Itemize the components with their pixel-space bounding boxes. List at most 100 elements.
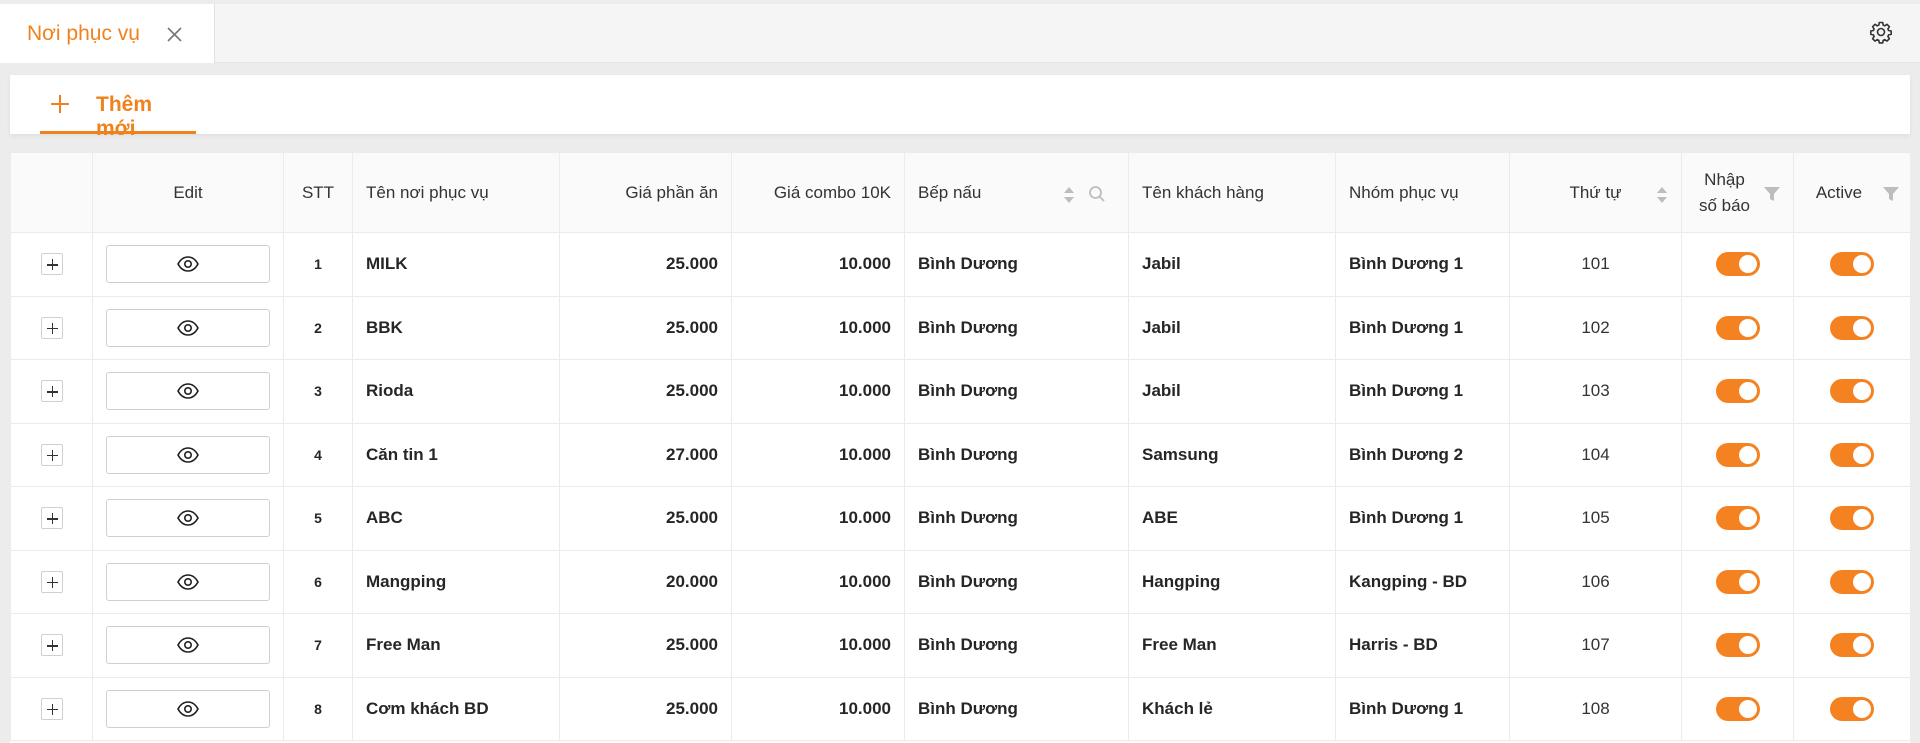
cell-name: BBK bbox=[352, 295, 560, 360]
cell-kitchen: Bình Dương bbox=[904, 359, 1129, 424]
close-icon[interactable] bbox=[166, 26, 183, 43]
cell-customer: Jabil bbox=[1128, 359, 1336, 424]
table-row: 3 Rioda 25.000 10.000 Bình Dương Jabil Bình Dư… bbox=[10, 359, 1910, 424]
expand-row-button[interactable] bbox=[40, 316, 63, 339]
report-toggle[interactable] bbox=[1715, 252, 1760, 277]
filter-icon[interactable] bbox=[1882, 186, 1900, 202]
cell-combo: 10.000 bbox=[731, 549, 905, 614]
view-button[interactable] bbox=[106, 499, 270, 538]
gear-icon[interactable] bbox=[1869, 20, 1893, 44]
eye-icon bbox=[177, 510, 199, 527]
cell-name: ABC bbox=[352, 486, 560, 551]
filter-icon[interactable] bbox=[1763, 186, 1781, 202]
active-toggle[interactable] bbox=[1830, 252, 1874, 277]
data-table: Edit STT Tên nơi phục vụ Giá phần ăn Giá… bbox=[10, 152, 1910, 743]
tab-noi-phuc-vu[interactable]: Nơi phục vụ bbox=[0, 4, 215, 63]
expand-row-button[interactable] bbox=[40, 253, 63, 276]
cell-price: 25.000 bbox=[559, 613, 732, 678]
table-row: 5 ABC 25.000 10.000 Bình Dương ABE Bình Dương … bbox=[10, 486, 1910, 551]
cell-name: MILK bbox=[352, 232, 560, 297]
eye-icon bbox=[177, 573, 199, 590]
cell-combo: 10.000 bbox=[731, 613, 905, 678]
cell-order: 107 bbox=[1509, 613, 1682, 678]
cell-stt: 3 bbox=[283, 359, 353, 424]
col-name: Tên nơi phục vụ bbox=[352, 152, 560, 233]
cell-price: 25.000 bbox=[559, 486, 732, 551]
cell-kitchen: Bình Dương bbox=[904, 295, 1129, 360]
cell-price: 25.000 bbox=[559, 676, 732, 741]
cell-stt: 7 bbox=[283, 613, 353, 678]
col-combo: Giá combo 10K bbox=[731, 152, 905, 233]
cell-kitchen: Bình Dương bbox=[904, 486, 1129, 551]
view-button[interactable] bbox=[106, 689, 270, 728]
cell-customer: Jabil bbox=[1128, 295, 1336, 360]
active-toggle[interactable] bbox=[1830, 442, 1874, 467]
eye-icon bbox=[177, 383, 199, 400]
cell-kitchen: Bình Dương bbox=[904, 676, 1129, 741]
report-toggle[interactable] bbox=[1715, 633, 1760, 658]
report-toggle[interactable] bbox=[1715, 569, 1760, 594]
expand-row-button[interactable] bbox=[40, 443, 63, 466]
sort-icon[interactable] bbox=[1656, 185, 1668, 205]
table-row: 6 Mangping 20.000 10.000 Bình Dương Hangping K… bbox=[10, 549, 1910, 614]
cell-name: Mangping bbox=[352, 549, 560, 614]
view-button[interactable] bbox=[106, 308, 270, 347]
table-row: 2 BBK 25.000 10.000 Bình Dương Jabil Bình Dươn… bbox=[10, 295, 1910, 360]
expand-row-button[interactable] bbox=[40, 634, 63, 657]
cell-combo: 10.000 bbox=[731, 676, 905, 741]
cell-group: Bình Dương 1 bbox=[1335, 486, 1510, 551]
cell-customer: ABE bbox=[1128, 486, 1336, 551]
active-toggle[interactable] bbox=[1830, 379, 1874, 404]
cell-stt: 4 bbox=[283, 422, 353, 487]
col-group: Nhóm phục vụ bbox=[1335, 152, 1510, 233]
active-toggle[interactable] bbox=[1830, 569, 1874, 594]
tab-bar: Nơi phục vụ bbox=[0, 4, 1920, 63]
cell-kitchen: Bình Dương bbox=[904, 422, 1129, 487]
plus-icon bbox=[51, 95, 69, 113]
table-body: 1 MILK 25.000 10.000 Bình Dương Jabil Bình Dươ… bbox=[10, 232, 1910, 741]
report-toggle[interactable] bbox=[1715, 506, 1760, 531]
view-button[interactable] bbox=[106, 435, 270, 474]
expand-row-button[interactable] bbox=[40, 380, 63, 403]
report-toggle[interactable] bbox=[1715, 379, 1760, 404]
report-toggle[interactable] bbox=[1715, 696, 1760, 721]
col-price: Giá phần ăn bbox=[559, 152, 732, 233]
view-button[interactable] bbox=[106, 372, 270, 411]
toolbar: Thêm mới bbox=[10, 75, 1910, 140]
cell-name: Căn tin 1 bbox=[352, 422, 560, 487]
add-new-button[interactable]: Thêm mới bbox=[40, 75, 196, 140]
view-button[interactable] bbox=[106, 562, 270, 601]
cell-order: 103 bbox=[1509, 359, 1682, 424]
active-toggle[interactable] bbox=[1830, 506, 1874, 531]
expand-row-button[interactable] bbox=[40, 697, 63, 720]
cell-customer: Samsung bbox=[1128, 422, 1336, 487]
cell-name: Free Man bbox=[352, 613, 560, 678]
col-kitchen: Bếp nấu bbox=[904, 152, 1129, 233]
col-expand bbox=[10, 152, 93, 233]
cell-combo: 10.000 bbox=[731, 422, 905, 487]
report-toggle[interactable] bbox=[1715, 442, 1760, 467]
table-row: 8 Cơm khách BD 25.000 10.000 Bình Dương Khách… bbox=[10, 676, 1910, 741]
col-report: Nhập số báo bbox=[1681, 152, 1794, 233]
cell-stt: 6 bbox=[283, 549, 353, 614]
cell-price: 25.000 bbox=[559, 359, 732, 424]
expand-row-button[interactable] bbox=[40, 507, 63, 530]
sort-icon[interactable] bbox=[1063, 185, 1075, 205]
report-toggle[interactable] bbox=[1715, 315, 1760, 340]
expand-row-button[interactable] bbox=[40, 570, 63, 593]
cell-order: 106 bbox=[1509, 549, 1682, 614]
search-icon[interactable] bbox=[1088, 185, 1106, 203]
cell-kitchen: Bình Dương bbox=[904, 613, 1129, 678]
active-toggle[interactable] bbox=[1830, 696, 1874, 721]
cell-group: Bình Dương 2 bbox=[1335, 422, 1510, 487]
active-toggle[interactable] bbox=[1830, 633, 1874, 658]
table-row: 7 Free Man 25.000 10.000 Bình Dương Free Man H… bbox=[10, 613, 1910, 678]
eye-icon bbox=[177, 446, 199, 463]
active-toggle[interactable] bbox=[1830, 315, 1874, 340]
view-button[interactable] bbox=[106, 245, 270, 284]
cell-group: Harris - BD bbox=[1335, 613, 1510, 678]
cell-combo: 10.000 bbox=[731, 232, 905, 297]
view-button[interactable] bbox=[106, 626, 270, 665]
tab-label: Nơi phục vụ bbox=[27, 22, 140, 45]
col-customer: Tên khách hàng bbox=[1128, 152, 1336, 233]
